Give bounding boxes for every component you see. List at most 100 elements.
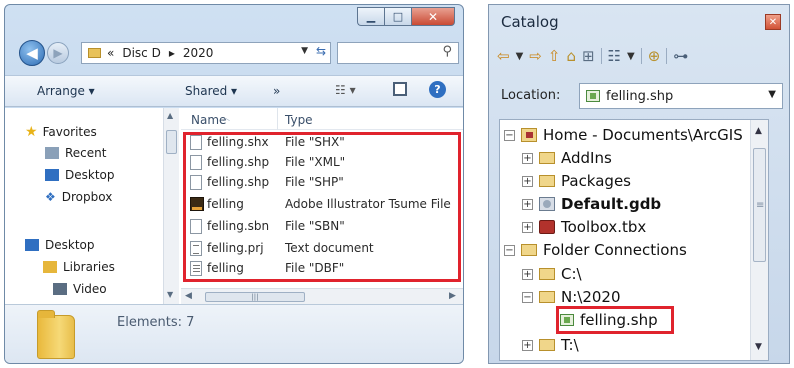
file-list-header: ︿ Name Type: [181, 108, 463, 130]
toolbar-divider: [640, 48, 642, 64]
expand-icon[interactable]: +: [522, 268, 533, 280]
navigation-bar: ◀ ▶ « Disc D ▸ 2020 ▼ ⇆ ⚲: [5, 37, 463, 71]
views-icon[interactable]: ☷ ▾: [335, 83, 356, 97]
sidebar-item-label: Libraries: [63, 260, 115, 274]
scroll-up-icon[interactable]: ▲: [755, 126, 762, 136]
search-input[interactable]: ⚲: [337, 42, 459, 64]
command-toolbar: Arrange ▾ Shared ▾ » ☷ ▾ ?: [5, 75, 463, 107]
toolbar-divider: [600, 48, 602, 64]
folder-icon: [539, 175, 555, 187]
explorer-window: ▁ □ ✕ ◀ ▶ « Disc D ▸ 2020 ▼ ⇆ ⚲ Arrange …: [4, 4, 464, 364]
tree-item-packages[interactable]: + Packages: [522, 170, 631, 192]
back-dropdown-icon[interactable]: ▼: [516, 51, 524, 62]
tree-item-toolbox[interactable]: + Toolbox.tbx: [522, 216, 646, 238]
more-commands-button[interactable]: »: [273, 84, 280, 98]
sidebar-scrollbar[interactable]: ▲ ▼: [163, 108, 179, 304]
sidebar-item-favorites[interactable]: ★ Favorites: [25, 124, 97, 140]
up-one-level-icon[interactable]: ⇧: [548, 47, 561, 65]
tree-item-addins[interactable]: + AddIns: [522, 147, 612, 169]
sidebar-item-recent[interactable]: Recent: [45, 146, 106, 160]
scroll-down-icon[interactable]: ▼: [167, 290, 173, 299]
column-divider[interactable]: [277, 108, 278, 130]
minimize-button[interactable]: ▁: [357, 7, 384, 26]
address-dropdown-icon[interactable]: ▼: [301, 46, 308, 56]
expand-icon[interactable]: +: [522, 175, 533, 187]
shared-button[interactable]: Shared ▾: [185, 84, 237, 98]
connect-folder-icon[interactable]: ⊞: [582, 47, 595, 65]
scroll-down-icon[interactable]: ▼: [755, 342, 762, 352]
preview-pane-icon[interactable]: [393, 82, 407, 96]
tree-item-label: T:\: [561, 336, 579, 354]
address-segment-disc-d[interactable]: Disc D: [122, 46, 160, 60]
catalog-window: Catalog ✕ ⇦ ▼ ⇨ ⇧ ⌂ ⊞ ☷ ▼ ⊕ ⊶ Location: …: [488, 4, 790, 364]
sidebar-item-libraries[interactable]: Libraries: [43, 260, 115, 274]
address-chevron[interactable]: ▸: [169, 46, 175, 60]
forward-arrow-icon[interactable]: ⇨: [529, 47, 542, 65]
folder-icon: [37, 310, 75, 359]
close-button[interactable]: ✕: [765, 14, 781, 30]
sidebar-item-desktop[interactable]: Desktop: [45, 168, 115, 182]
address-segment-2020[interactable]: 2020: [183, 46, 214, 60]
address-bar[interactable]: « Disc D ▸ 2020 ▼ ⇆: [81, 42, 331, 64]
collapse-icon[interactable]: −: [504, 129, 515, 141]
tree-item-default-gdb[interactable]: + Default.gdb: [522, 193, 661, 215]
catalog-toolbar: ⇦ ▼ ⇨ ⇧ ⌂ ⊞ ☷ ▼ ⊕ ⊶: [497, 45, 694, 67]
views-dropdown-icon[interactable]: ▼: [627, 51, 635, 62]
scrollbar-thumb[interactable]: |||: [205, 292, 305, 302]
sidebar-item-label: Desktop: [65, 168, 115, 182]
tree-item-home[interactable]: − Home - Documents\ArcGIS: [504, 124, 743, 146]
sidebar-item-label: Desktop: [45, 238, 95, 252]
tree-options-icon[interactable]: ⊶: [673, 47, 688, 65]
tree-item-folder-connections[interactable]: − Folder Connections: [504, 239, 687, 261]
sidebar-item-video[interactable]: Video: [53, 282, 107, 296]
help-icon[interactable]: ?: [429, 81, 446, 98]
dropbox-icon: ❖: [45, 190, 56, 204]
sidebar-item-label: Dropbox: [61, 190, 113, 204]
scroll-up-icon[interactable]: ▲: [167, 111, 173, 120]
details-pane: Elements: 7: [5, 304, 463, 363]
highlight-box: [556, 306, 674, 334]
catalog-tree: − Home - Documents\ArcGIS + AddIns + Pac…: [499, 119, 769, 361]
tree-item-t-drive[interactable]: + T:\: [522, 334, 579, 356]
close-icon: ✕: [768, 16, 778, 28]
back-arrow-icon[interactable]: ⇦: [497, 47, 510, 65]
folder-connection-icon: [539, 339, 555, 351]
tree-item-label: N:\2020: [561, 288, 621, 306]
scrollbar-grip-icon: ≡: [756, 200, 765, 211]
tree-scrollbar[interactable]: ▲ ≡ ▼: [750, 120, 768, 360]
scrollbar-thumb[interactable]: [166, 130, 177, 154]
expand-icon[interactable]: +: [522, 339, 533, 351]
expand-icon[interactable]: +: [522, 152, 533, 164]
highlight-box: [183, 132, 461, 282]
file-list-hscrollbar[interactable]: ◀ ||| ▶: [181, 288, 463, 304]
scroll-right-icon[interactable]: ▶: [449, 291, 456, 301]
sidebar-item-label: Favorites: [42, 125, 97, 139]
scroll-left-icon[interactable]: ◀: [185, 291, 192, 301]
collapse-icon[interactable]: −: [504, 244, 515, 256]
address-overflow[interactable]: «: [107, 46, 114, 60]
collapse-icon[interactable]: −: [522, 291, 533, 303]
home-icon[interactable]: ⌂: [566, 47, 576, 65]
sidebar-item-dropbox[interactable]: ❖ Dropbox: [45, 190, 112, 204]
tree-item-n-2020[interactable]: − N:\2020: [522, 286, 621, 308]
folder-icon: [539, 152, 555, 164]
location-dropdown[interactable]: felling.shp ▼: [579, 83, 783, 109]
folder-connection-icon: [521, 244, 537, 256]
expand-icon[interactable]: +: [522, 221, 533, 233]
close-button[interactable]: ✕: [411, 7, 455, 26]
tree-item-label: C:\: [561, 265, 582, 283]
views-icon[interactable]: ☷: [608, 47, 621, 65]
back-button[interactable]: ◀: [19, 40, 45, 66]
refresh-icon[interactable]: ⇆: [316, 44, 326, 58]
expand-icon[interactable]: +: [522, 198, 533, 210]
arrange-button[interactable]: Arrange ▾: [37, 84, 95, 98]
maximize-button[interactable]: □: [384, 7, 411, 26]
tree-item-c-drive[interactable]: + C:\: [522, 263, 582, 285]
forward-button[interactable]: ▶: [47, 42, 69, 64]
column-header-name[interactable]: Name: [191, 113, 226, 127]
explorer-titlebar: ▁ □ ✕: [5, 5, 463, 31]
new-folder-icon[interactable]: ⊕: [648, 47, 661, 65]
chevron-down-icon[interactable]: ▼: [768, 89, 776, 100]
sidebar-item-desktop-root[interactable]: Desktop: [25, 238, 95, 252]
column-header-type[interactable]: Type: [285, 113, 313, 127]
